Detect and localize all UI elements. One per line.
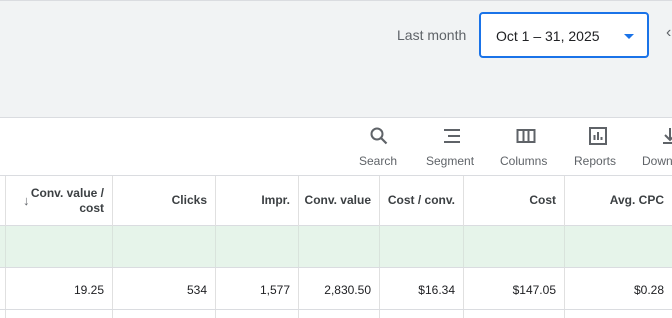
column-header-conv-value[interactable]: Conv. value — [299, 176, 380, 226]
header-label-cost-per-conv: Cost / conv. — [387, 193, 455, 207]
header-label-clicks: Clicks — [171, 193, 207, 207]
header-label-conv-value: Conv. value — [304, 193, 371, 207]
search-label: Search — [359, 154, 398, 168]
cell-conv-value-cost: 19.25 — [6, 268, 113, 309]
cell-clicks: 534 — [113, 268, 216, 309]
segment-label: Segment — [426, 154, 475, 168]
date-range-selector[interactable]: Oct 1 – 31, 2025 — [479, 12, 649, 58]
columns-label: Columns — [500, 154, 548, 168]
top-bar: Last month Oct 1 – 31, 2025 ‹ — [0, 0, 672, 117]
column-header-impr[interactable]: Impr. — [216, 176, 299, 226]
segment-button[interactable]: Segment — [424, 126, 480, 170]
cell-cost-per-conv: $16.34 — [380, 268, 464, 309]
download-label: Down — [642, 154, 672, 168]
column-header-conv-value-cost[interactable]: ↓ Conv. value / cost — [6, 176, 113, 226]
download-icon — [663, 128, 672, 144]
reports-button[interactable]: Reports — [572, 126, 622, 170]
cell-avg-cpc: $0.28 — [565, 268, 672, 309]
dropdown-caret-icon — [624, 34, 634, 39]
date-range-value: Oct 1 – 31, 2025 — [496, 28, 600, 44]
segment-icon — [444, 129, 460, 143]
download-button[interactable]: Down — [640, 126, 672, 170]
cell-value: 19.25 — [73, 283, 104, 297]
divider — [0, 0, 672, 1]
column-header-clicks[interactable]: Clicks — [113, 176, 216, 226]
table-cell — [113, 226, 216, 267]
table-toolbar: Search Segment Columns Reports Down — [0, 118, 672, 175]
table-row[interactable]: 19.25 534 1,577 2,830.50 $16.34 $147.05 … — [0, 268, 672, 310]
data-table: ↓ Conv. value / cost Clicks Impr. Conv. … — [0, 175, 672, 318]
cell-conv-value: 2,830.50 — [299, 268, 380, 309]
table-cell — [565, 226, 672, 267]
reports-label: Reports — [574, 154, 617, 168]
table-cell — [216, 226, 299, 267]
next-period-icon[interactable]: ‹ — [666, 24, 671, 42]
table-cell — [380, 226, 464, 267]
table-header-row: ↓ Conv. value / cost Clicks Impr. Conv. … — [0, 175, 672, 226]
column-header-cost-per-conv[interactable]: Cost / conv. — [380, 176, 464, 226]
columns-icon — [516, 129, 536, 143]
reports-icon — [589, 127, 607, 145]
table-panel: Search Segment Columns Reports Down ↓ Co… — [0, 117, 672, 318]
search-button[interactable]: Search — [356, 126, 402, 170]
summary-row — [0, 226, 672, 268]
cell-value: 1,577 — [259, 283, 290, 297]
search-icon — [370, 127, 388, 145]
header-label-impr: Impr. — [261, 193, 290, 207]
cell-value: $147.05 — [512, 283, 556, 297]
cell-cost: $147.05 — [464, 268, 565, 309]
header-label-cost: Cost — [529, 193, 556, 207]
column-header-cost[interactable]: Cost — [464, 176, 565, 226]
table-cell — [464, 226, 565, 267]
columns-button[interactable]: Columns — [498, 126, 554, 170]
cell-value: $0.28 — [633, 283, 664, 297]
table-cell — [6, 226, 113, 267]
cell-value: 534 — [186, 283, 207, 297]
cell-value: 2,830.50 — [324, 283, 371, 297]
cell-impr: 1,577 — [216, 268, 299, 309]
header-label-avg-cpc: Avg. CPC — [609, 193, 664, 207]
table-cell — [299, 226, 380, 267]
header-label-conv-value-cost: Conv. value / cost — [30, 186, 104, 215]
date-range-label: Last month — [397, 27, 467, 43]
cell-value: $16.34 — [418, 283, 455, 297]
column-header-avg-cpc[interactable]: Avg. CPC — [565, 176, 672, 226]
